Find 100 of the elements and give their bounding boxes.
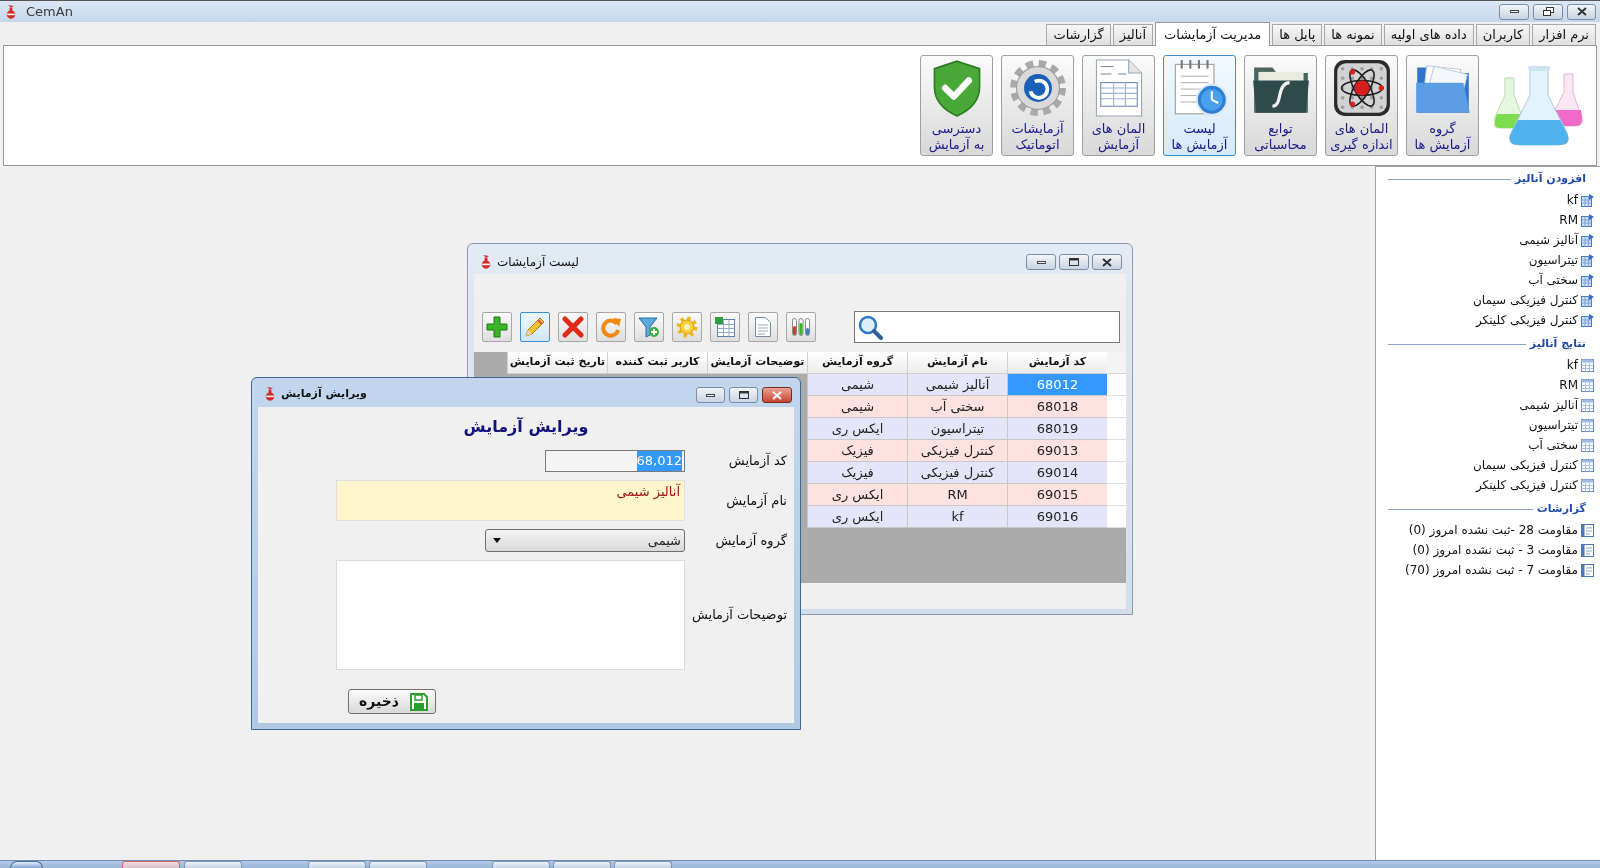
toolbar-button[interactable] — [634, 312, 664, 342]
close-icon — [772, 390, 782, 400]
taskbar-button[interactable] — [122, 861, 180, 868]
field-label: گروه آزمایش — [715, 531, 787, 551]
toolbar-button[interactable] — [748, 312, 778, 342]
ribbon-button[interactable]: توابع محاسباتی — [1244, 55, 1317, 156]
text-area[interactable]: آنالیز شیمی — [336, 480, 685, 521]
table-arrow-icon — [1581, 213, 1594, 227]
close-button[interactable] — [1567, 3, 1596, 20]
minimize-icon — [1509, 10, 1519, 13]
table-cell: کنترل فیزیکی — [907, 462, 1007, 484]
ribbon-button[interactable]: لیست آزمایش ها — [1163, 55, 1236, 156]
taskbar-button[interactable] — [553, 861, 611, 868]
table-cell — [1107, 484, 1126, 506]
table-cell: تیتراسیون — [907, 418, 1007, 440]
ribbon-tab[interactable]: مدیریت آزمایشات — [1155, 22, 1271, 46]
table-cell: فیزیک — [807, 440, 907, 462]
side-panel-link[interactable]: تیتراسیون — [1528, 250, 1594, 270]
close-button[interactable] — [1092, 254, 1122, 270]
ribbon-tab[interactable]: نمونه ها — [1324, 24, 1382, 45]
table-cell: RM — [907, 484, 1007, 506]
table-arrow-icon — [1581, 313, 1594, 327]
ribbon-tab[interactable]: کاربران — [1475, 24, 1531, 45]
taskbar-button[interactable] — [614, 861, 672, 868]
column-header: توضیحات آزمایش — [707, 352, 807, 374]
taskbar-button[interactable] — [308, 861, 366, 868]
taskbar-button[interactable] — [492, 861, 550, 868]
toolbar-button[interactable] — [596, 312, 626, 342]
field-label: کد آزمایش — [728, 451, 787, 471]
toolbar-button[interactable] — [558, 312, 588, 342]
side-panel-link[interactable]: kf — [1566, 355, 1594, 375]
ribbon-button[interactable]: المان های آزمایش — [1082, 55, 1155, 156]
field-label: توضیحات آزمایش — [691, 605, 787, 625]
atom-icon — [1332, 59, 1391, 117]
toolbar-button[interactable] — [672, 312, 702, 342]
caret-icon — [493, 538, 501, 543]
table-icon — [1581, 478, 1594, 492]
column-header: تاریخ ثبت آزمایش — [507, 352, 607, 374]
section-header: افزودن آنالیز — [1515, 170, 1586, 187]
side-panel-link[interactable]: RM — [1559, 375, 1594, 395]
start-button[interactable] — [10, 861, 43, 868]
search-field[interactable] — [854, 311, 1120, 343]
maximize-button[interactable] — [1059, 254, 1089, 270]
table-cell: ایکس ری — [807, 418, 907, 440]
minimize-button[interactable] — [1499, 3, 1529, 20]
window-title: لیست آزمایشات — [497, 253, 579, 271]
side-panel-link[interactable]: آنالیز شیمی — [1519, 230, 1594, 250]
side-panel-link[interactable]: کنترل فیزیکی سیمان — [1473, 455, 1594, 475]
minimize-button[interactable] — [1026, 254, 1056, 270]
ribbon-button[interactable]: المان های اندازه گیری — [1325, 55, 1398, 156]
restore-button[interactable] — [1533, 3, 1563, 20]
side-panel-link[interactable]: مقاومت 3 - ثبت نشده امروز (0) — [1412, 540, 1594, 560]
side-panel-link[interactable]: تیتراسیون — [1528, 415, 1594, 435]
save-button[interactable]: ذخیره — [348, 689, 436, 714]
taskbar-button[interactable] — [369, 861, 427, 868]
ribbon-tab[interactable]: نرم افزار — [1532, 24, 1596, 45]
side-panel-link[interactable]: سختی آب — [1528, 270, 1594, 290]
side-panel-link[interactable]: سختی آب — [1528, 435, 1594, 455]
maximize-button[interactable] — [729, 387, 758, 403]
toolbar-button[interactable] — [482, 312, 512, 342]
side-panel-link[interactable]: RM — [1559, 210, 1594, 230]
ribbon-button[interactable]: گروه آزمایش ها — [1406, 55, 1479, 156]
gear-icon — [1008, 59, 1067, 117]
field-label: نام آزمایش — [726, 491, 787, 511]
toolbar-button[interactable] — [710, 312, 740, 342]
column-header: گروه آزمایش — [807, 352, 907, 374]
table-icon — [1581, 438, 1594, 452]
side-panel-link[interactable]: مقاومت 7 - ثبت نشده امروز (70) — [1404, 560, 1594, 580]
search-icon — [858, 314, 883, 340]
ribbon-tab[interactable]: پایل ها — [1272, 24, 1323, 45]
column-header: نام آزمایش — [907, 352, 1007, 374]
side-panel-link[interactable]: مقاومت 28 -ثبت نشده امروز (0) — [1408, 520, 1594, 540]
side-panel-link[interactable]: kf — [1566, 190, 1594, 210]
ribbon-tab[interactable]: آنالیز — [1112, 24, 1153, 45]
taskbar-button[interactable] — [184, 861, 242, 868]
minimize-button[interactable] — [696, 387, 725, 403]
side-panel-link[interactable]: کنترل فیزیکی کلینکر — [1475, 475, 1594, 495]
table-cell: 69013 — [1007, 440, 1107, 462]
toolbar-button[interactable] — [786, 312, 816, 342]
ribbon-button[interactable]: دسترسی به آزمایش — [920, 55, 993, 156]
maximize-icon — [1069, 258, 1079, 266]
toolbar-button[interactable] — [520, 312, 550, 342]
table-cell: فیزیک — [807, 462, 907, 484]
table-arrow-icon — [1581, 233, 1594, 247]
close-button[interactable] — [762, 387, 792, 403]
side-panel-link[interactable]: کنترل فیزیکی کلینکر — [1475, 310, 1594, 330]
ribbon-button[interactable]: آزمایشات اتوماتیک — [1001, 55, 1074, 156]
table-cell — [1107, 506, 1126, 528]
funnel-icon — [638, 316, 660, 338]
ribbon-tab[interactable]: گزارشات — [1046, 24, 1111, 45]
side-panel-link[interactable]: آنالیز شیمی — [1519, 395, 1594, 415]
restore-icon — [1542, 7, 1554, 16]
minimize-icon — [706, 393, 715, 397]
gear-icon — [676, 316, 698, 338]
ribbon-tab[interactable]: داده های اولیه — [1383, 24, 1474, 45]
close-icon — [1102, 257, 1112, 267]
table-cell: ایکس ری — [807, 506, 907, 528]
side-panel-link[interactable]: کنترل فیزیکی سیمان — [1473, 290, 1594, 310]
dropdown[interactable]: شیمی — [485, 529, 685, 552]
document-icon — [752, 316, 774, 338]
